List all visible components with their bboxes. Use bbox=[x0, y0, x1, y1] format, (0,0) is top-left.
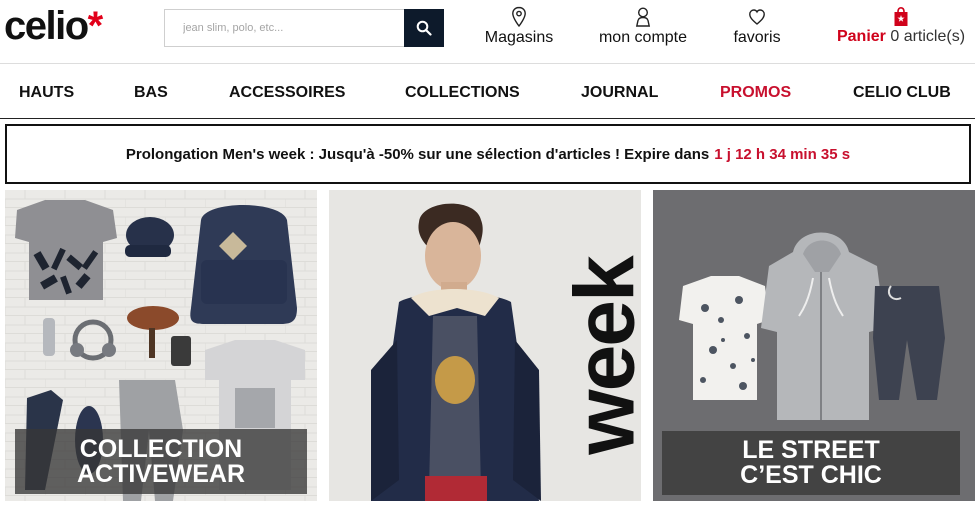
nav-item-accessoires[interactable]: ACCESSOIRES bbox=[229, 84, 345, 102]
search-input[interactable] bbox=[165, 10, 405, 46]
nav-item-journal[interactable]: JOURNAL bbox=[581, 84, 658, 102]
street-chic-caption: LE STREET C’EST CHIC bbox=[662, 431, 960, 495]
activewear-caption: COLLECTION ACTIVEWEAR bbox=[15, 429, 307, 494]
promo-banner-text: Prolongation Men's week : Jusqu'à -50% s… bbox=[125, 145, 710, 163]
cart-count: 0 article(s) bbox=[890, 28, 966, 45]
cart-link[interactable]: Panier 0 article(s) bbox=[828, 6, 974, 46]
cart-title: Panier bbox=[836, 28, 886, 45]
account-label: mon compte bbox=[598, 29, 688, 46]
week-text: week bbox=[557, 257, 642, 455]
nav-item-hauts[interactable]: HAUTS bbox=[19, 84, 74, 102]
celio-logo[interactable]: celio* bbox=[4, 2, 104, 50]
user-icon bbox=[635, 7, 651, 27]
tile-mens-week[interactable]: week bbox=[329, 190, 641, 501]
nav-item-collections[interactable]: COLLECTIONS bbox=[405, 84, 520, 102]
map-pin-icon bbox=[512, 6, 526, 28]
account-link[interactable]: mon compte bbox=[597, 6, 689, 47]
nav-item-promos[interactable]: PROMOS bbox=[720, 84, 791, 102]
caption-line: COLLECTION bbox=[79, 435, 243, 463]
caption-line: LE STREET bbox=[742, 436, 880, 464]
tile-street-chic[interactable]: LE STREET C’EST CHIC bbox=[653, 190, 975, 501]
search-button[interactable] bbox=[404, 9, 444, 47]
nav-item-celio-club[interactable]: CELIO CLUB bbox=[853, 84, 951, 102]
stores-label: Magasins bbox=[484, 29, 554, 46]
main-nav: HAUTS BAS ACCESSOIRES COLLECTIONS JOURNA… bbox=[0, 64, 975, 120]
search-box bbox=[164, 9, 444, 47]
favorites-link[interactable]: favoris bbox=[731, 6, 783, 47]
promo-banner[interactable]: Prolongation Men's week : Jusqu'à -50% s… bbox=[5, 124, 971, 184]
heart-icon bbox=[749, 9, 765, 25]
search-icon bbox=[416, 20, 432, 36]
logo-text: celio bbox=[4, 4, 89, 48]
nav-divider bbox=[0, 118, 975, 119]
caption-line: ACTIVEWEAR bbox=[76, 460, 246, 488]
stores-link[interactable]: Magasins bbox=[484, 6, 554, 47]
countdown-timer: 1 j 12 h 34 min 35 s bbox=[714, 145, 851, 163]
shopping-bag-icon bbox=[894, 6, 908, 26]
cart-label: Panier 0 article(s) bbox=[837, 28, 965, 45]
logo-star: * bbox=[87, 4, 104, 48]
site-header: celio* Magasins mon compte favoris Panie… bbox=[0, 0, 975, 62]
caption-line: C’EST CHIC bbox=[740, 461, 882, 489]
favorites-label: favoris bbox=[733, 29, 781, 46]
tile-activewear-collection[interactable]: COLLECTION ACTIVEWEAR bbox=[5, 190, 317, 501]
nav-item-bas[interactable]: BAS bbox=[134, 84, 168, 102]
